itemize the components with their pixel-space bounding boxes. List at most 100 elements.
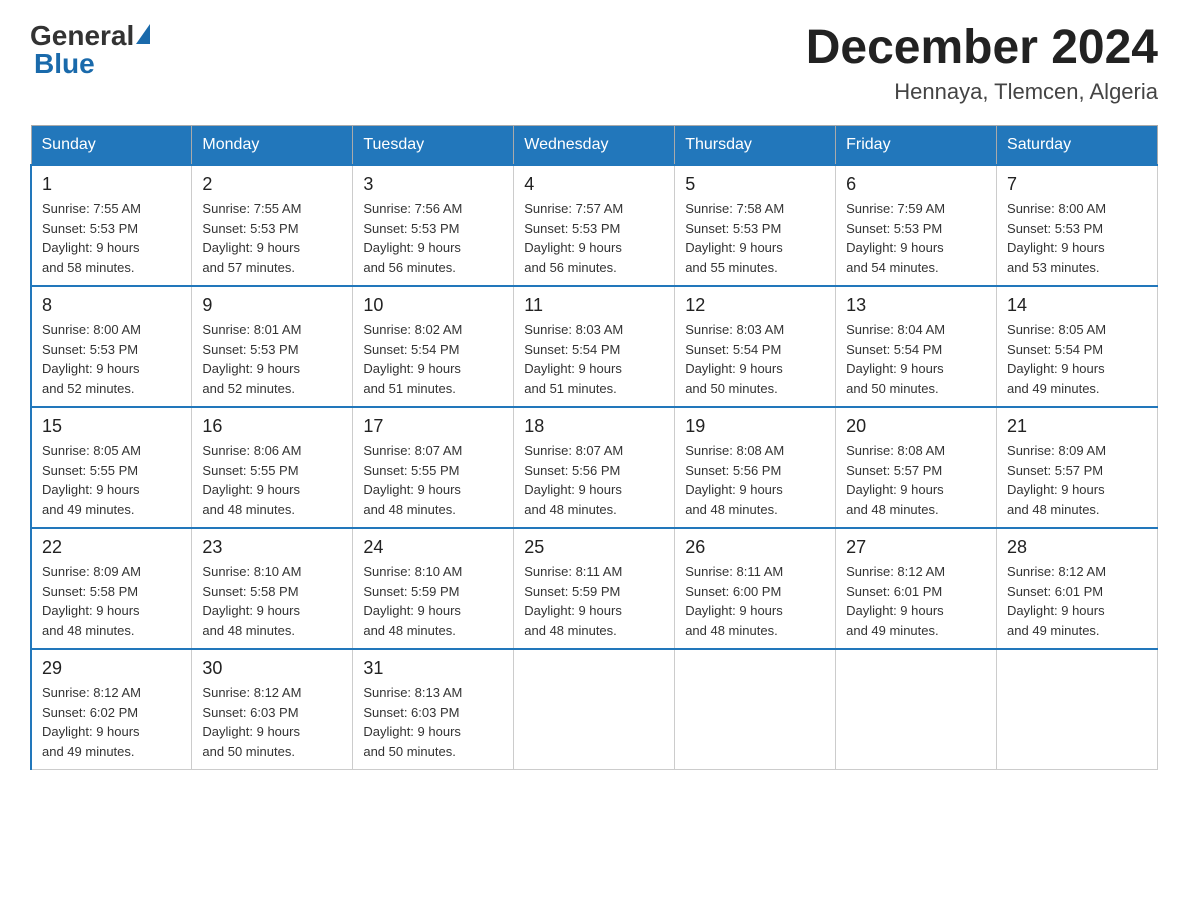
day-number: 15: [42, 416, 181, 437]
week-row-3: 15 Sunrise: 8:05 AM Sunset: 5:55 PM Dayl…: [31, 407, 1158, 528]
day-number: 3: [363, 174, 503, 195]
day-info: Sunrise: 8:09 AM Sunset: 5:58 PM Dayligh…: [42, 562, 181, 640]
calendar-cell: 18 Sunrise: 8:07 AM Sunset: 5:56 PM Dayl…: [514, 407, 675, 528]
page-header: General Blue December 2024 Hennaya, Tlem…: [30, 20, 1158, 105]
day-info: Sunrise: 8:11 AM Sunset: 6:00 PM Dayligh…: [685, 562, 825, 640]
day-info: Sunrise: 8:12 AM Sunset: 6:01 PM Dayligh…: [1007, 562, 1147, 640]
calendar-cell: 2 Sunrise: 7:55 AM Sunset: 5:53 PM Dayli…: [192, 165, 353, 286]
calendar-cell: 7 Sunrise: 8:00 AM Sunset: 5:53 PM Dayli…: [997, 165, 1158, 286]
week-row-5: 29 Sunrise: 8:12 AM Sunset: 6:02 PM Dayl…: [31, 649, 1158, 770]
day-number: 26: [685, 537, 825, 558]
day-info: Sunrise: 8:05 AM Sunset: 5:54 PM Dayligh…: [1007, 320, 1147, 398]
day-number: 31: [363, 658, 503, 679]
header-sunday: Sunday: [31, 126, 192, 166]
day-number: 30: [202, 658, 342, 679]
calendar-cell: 28 Sunrise: 8:12 AM Sunset: 6:01 PM Dayl…: [997, 528, 1158, 649]
week-row-1: 1 Sunrise: 7:55 AM Sunset: 5:53 PM Dayli…: [31, 165, 1158, 286]
title-section: December 2024 Hennaya, Tlemcen, Algeria: [806, 20, 1158, 105]
day-number: 6: [846, 174, 986, 195]
calendar-cell: 3 Sunrise: 7:56 AM Sunset: 5:53 PM Dayli…: [353, 165, 514, 286]
logo: General Blue: [30, 20, 152, 80]
day-number: 2: [202, 174, 342, 195]
day-info: Sunrise: 8:02 AM Sunset: 5:54 PM Dayligh…: [363, 320, 503, 398]
header-wednesday: Wednesday: [514, 126, 675, 166]
calendar-cell: 17 Sunrise: 8:07 AM Sunset: 5:55 PM Dayl…: [353, 407, 514, 528]
day-number: 25: [524, 537, 664, 558]
day-info: Sunrise: 8:10 AM Sunset: 5:59 PM Dayligh…: [363, 562, 503, 640]
day-info: Sunrise: 7:57 AM Sunset: 5:53 PM Dayligh…: [524, 199, 664, 277]
calendar-cell: 16 Sunrise: 8:06 AM Sunset: 5:55 PM Dayl…: [192, 407, 353, 528]
day-info: Sunrise: 8:12 AM Sunset: 6:03 PM Dayligh…: [202, 683, 342, 761]
calendar-cell: 26 Sunrise: 8:11 AM Sunset: 6:00 PM Dayl…: [675, 528, 836, 649]
calendar-cell: 11 Sunrise: 8:03 AM Sunset: 5:54 PM Dayl…: [514, 286, 675, 407]
day-info: Sunrise: 8:09 AM Sunset: 5:57 PM Dayligh…: [1007, 441, 1147, 519]
calendar-cell: [675, 649, 836, 770]
logo-blue-text: Blue: [34, 48, 95, 79]
calendar-cell: 29 Sunrise: 8:12 AM Sunset: 6:02 PM Dayl…: [31, 649, 192, 770]
day-info: Sunrise: 8:12 AM Sunset: 6:01 PM Dayligh…: [846, 562, 986, 640]
calendar-cell: 6 Sunrise: 7:59 AM Sunset: 5:53 PM Dayli…: [836, 165, 997, 286]
day-number: 20: [846, 416, 986, 437]
day-number: 23: [202, 537, 342, 558]
day-info: Sunrise: 8:01 AM Sunset: 5:53 PM Dayligh…: [202, 320, 342, 398]
calendar-cell: 30 Sunrise: 8:12 AM Sunset: 6:03 PM Dayl…: [192, 649, 353, 770]
day-info: Sunrise: 8:10 AM Sunset: 5:58 PM Dayligh…: [202, 562, 342, 640]
calendar-cell: [836, 649, 997, 770]
day-number: 22: [42, 537, 181, 558]
calendar-cell: 9 Sunrise: 8:01 AM Sunset: 5:53 PM Dayli…: [192, 286, 353, 407]
day-number: 16: [202, 416, 342, 437]
day-number: 12: [685, 295, 825, 316]
calendar-cell: 21 Sunrise: 8:09 AM Sunset: 5:57 PM Dayl…: [997, 407, 1158, 528]
day-number: 27: [846, 537, 986, 558]
calendar-cell: 13 Sunrise: 8:04 AM Sunset: 5:54 PM Dayl…: [836, 286, 997, 407]
day-info: Sunrise: 7:58 AM Sunset: 5:53 PM Dayligh…: [685, 199, 825, 277]
calendar-cell: 25 Sunrise: 8:11 AM Sunset: 5:59 PM Dayl…: [514, 528, 675, 649]
day-info: Sunrise: 8:03 AM Sunset: 5:54 PM Dayligh…: [524, 320, 664, 398]
calendar-cell: [997, 649, 1158, 770]
calendar-cell: 19 Sunrise: 8:08 AM Sunset: 5:56 PM Dayl…: [675, 407, 836, 528]
day-number: 9: [202, 295, 342, 316]
day-number: 7: [1007, 174, 1147, 195]
day-info: Sunrise: 7:55 AM Sunset: 5:53 PM Dayligh…: [42, 199, 181, 277]
calendar-cell: 4 Sunrise: 7:57 AM Sunset: 5:53 PM Dayli…: [514, 165, 675, 286]
day-number: 13: [846, 295, 986, 316]
day-number: 10: [363, 295, 503, 316]
calendar-cell: 5 Sunrise: 7:58 AM Sunset: 5:53 PM Dayli…: [675, 165, 836, 286]
day-number: 14: [1007, 295, 1147, 316]
calendar-header-row: SundayMondayTuesdayWednesdayThursdayFrid…: [31, 126, 1158, 166]
day-number: 21: [1007, 416, 1147, 437]
day-info: Sunrise: 8:04 AM Sunset: 5:54 PM Dayligh…: [846, 320, 986, 398]
day-info: Sunrise: 8:00 AM Sunset: 5:53 PM Dayligh…: [1007, 199, 1147, 277]
calendar-cell: 22 Sunrise: 8:09 AM Sunset: 5:58 PM Dayl…: [31, 528, 192, 649]
day-info: Sunrise: 8:11 AM Sunset: 5:59 PM Dayligh…: [524, 562, 664, 640]
calendar-cell: 23 Sunrise: 8:10 AM Sunset: 5:58 PM Dayl…: [192, 528, 353, 649]
month-title: December 2024: [806, 20, 1158, 75]
day-info: Sunrise: 8:12 AM Sunset: 6:02 PM Dayligh…: [42, 683, 181, 761]
header-friday: Friday: [836, 126, 997, 166]
day-info: Sunrise: 7:56 AM Sunset: 5:53 PM Dayligh…: [363, 199, 503, 277]
header-monday: Monday: [192, 126, 353, 166]
calendar-cell: 27 Sunrise: 8:12 AM Sunset: 6:01 PM Dayl…: [836, 528, 997, 649]
calendar-cell: [514, 649, 675, 770]
day-info: Sunrise: 8:07 AM Sunset: 5:56 PM Dayligh…: [524, 441, 664, 519]
calendar-cell: 8 Sunrise: 8:00 AM Sunset: 5:53 PM Dayli…: [31, 286, 192, 407]
calendar-cell: 15 Sunrise: 8:05 AM Sunset: 5:55 PM Dayl…: [31, 407, 192, 528]
day-number: 19: [685, 416, 825, 437]
header-thursday: Thursday: [675, 126, 836, 166]
day-number: 24: [363, 537, 503, 558]
header-tuesday: Tuesday: [353, 126, 514, 166]
day-number: 28: [1007, 537, 1147, 558]
location-title: Hennaya, Tlemcen, Algeria: [806, 79, 1158, 105]
day-number: 8: [42, 295, 181, 316]
day-number: 1: [42, 174, 181, 195]
calendar-cell: 31 Sunrise: 8:13 AM Sunset: 6:03 PM Dayl…: [353, 649, 514, 770]
calendar-cell: 12 Sunrise: 8:03 AM Sunset: 5:54 PM Dayl…: [675, 286, 836, 407]
day-info: Sunrise: 7:59 AM Sunset: 5:53 PM Dayligh…: [846, 199, 986, 277]
calendar-table: SundayMondayTuesdayWednesdayThursdayFrid…: [30, 125, 1158, 770]
day-info: Sunrise: 8:08 AM Sunset: 5:56 PM Dayligh…: [685, 441, 825, 519]
day-info: Sunrise: 7:55 AM Sunset: 5:53 PM Dayligh…: [202, 199, 342, 277]
day-info: Sunrise: 8:00 AM Sunset: 5:53 PM Dayligh…: [42, 320, 181, 398]
day-info: Sunrise: 8:13 AM Sunset: 6:03 PM Dayligh…: [363, 683, 503, 761]
day-info: Sunrise: 8:07 AM Sunset: 5:55 PM Dayligh…: [363, 441, 503, 519]
calendar-cell: 1 Sunrise: 7:55 AM Sunset: 5:53 PM Dayli…: [31, 165, 192, 286]
